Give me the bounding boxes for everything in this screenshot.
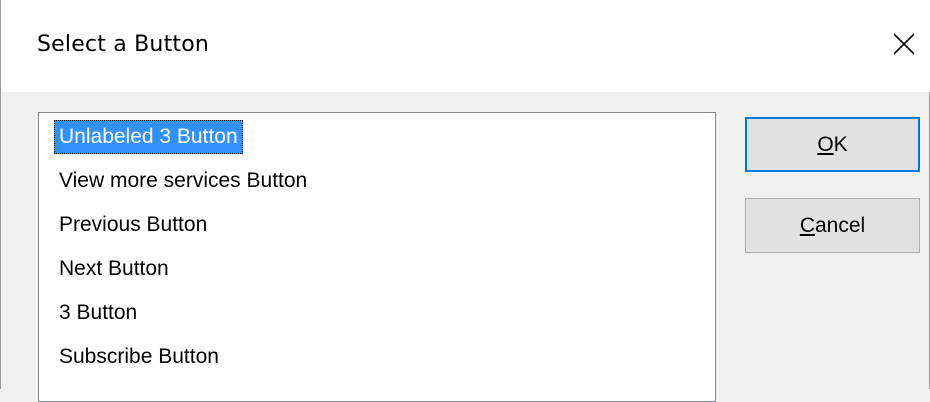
select-button-dialog: Select a Button Unlabeled 3 Button View … bbox=[0, 0, 930, 402]
cancel-button[interactable]: Cancel bbox=[745, 198, 920, 253]
window-title: Select a Button bbox=[37, 32, 210, 57]
close-icon bbox=[891, 31, 917, 62]
cancel-mnemonic: C bbox=[799, 213, 815, 237]
close-button[interactable] bbox=[879, 18, 929, 74]
list-item[interactable]: 3 Button bbox=[54, 296, 142, 330]
list-item[interactable]: Next Button bbox=[54, 252, 174, 286]
title-bar: Select a Button bbox=[1, 0, 930, 92]
ok-button[interactable]: OK bbox=[745, 117, 920, 172]
list-item[interactable]: Unlabeled 3 Button bbox=[54, 120, 243, 154]
list-item[interactable]: Subscribe Button bbox=[54, 340, 224, 374]
ok-label-rest: K bbox=[833, 132, 848, 156]
button-listbox[interactable]: Unlabeled 3 Button View more services Bu… bbox=[38, 112, 716, 402]
list-item[interactable]: Previous Button bbox=[54, 208, 212, 242]
ok-mnemonic: O bbox=[817, 132, 834, 156]
cancel-label-rest: ancel bbox=[814, 213, 866, 237]
list-item[interactable]: View more services Button bbox=[54, 164, 312, 198]
